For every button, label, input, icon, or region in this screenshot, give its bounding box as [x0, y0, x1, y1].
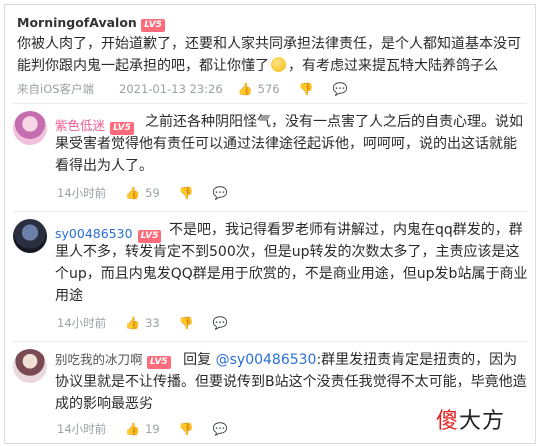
like-count: 19 [145, 422, 160, 436]
top-comment-author[interactable]: MorningofAvalon LV5 [17, 15, 165, 32]
level-badge: LV5 [146, 356, 171, 369]
top-comment-meta: 来自iOS客户端 2021-01-13 23:26 👍 576 👎 💬 [17, 81, 348, 97]
thumbs-up-icon[interactable]: 👍 [125, 422, 140, 436]
thumbs-up-icon[interactable]: 👍 [125, 186, 140, 200]
reply-text: 不是吧，我记得看罗老师有讲解过，内鬼在qq群发的，群里人不多，转发肯定不到500… [55, 222, 528, 304]
like-count: 33 [145, 316, 160, 330]
avatar[interactable] [13, 349, 47, 383]
like-count: 59 [145, 186, 160, 200]
thumbs-down-icon[interactable]: 👎 [179, 422, 194, 436]
divider [13, 103, 527, 104]
reply-icon[interactable]: 💬 [213, 186, 228, 200]
thumbs-down-icon[interactable]: 👎 [179, 186, 194, 200]
reply-text: 之前还各种阴阳怪气，没有一点害了人之后的自责心理。说如果受害者觉得他有责任可以通… [55, 114, 523, 174]
timestamp: 14小时前 [57, 186, 107, 200]
top-comment-text-part2: ，有考虑过来提瓦特大陆养鸽子么 [288, 58, 498, 74]
timestamp: 14小时前 [57, 422, 107, 436]
reply-icon[interactable]: 💬 [213, 422, 228, 436]
watermark-red: 傻 [435, 409, 459, 434]
timestamp: 14小时前 [57, 316, 107, 330]
watermark-black: 大方 [458, 409, 505, 434]
like-count: 576 [257, 82, 280, 96]
thumbs-up-icon[interactable]: 👍 [238, 82, 253, 96]
thumbs-down-icon[interactable]: 👎 [179, 316, 194, 330]
mention-link[interactable]: @sy00486530 [216, 352, 317, 368]
top-comment-text: 你被人肉了，开始道歉了，还要和人家共同承担法律责任，是个人都知道基本没可能判你跟… [17, 33, 533, 77]
reply-meta: 14小时前 👍 19 👎 💬 [57, 421, 228, 437]
reply-icon[interactable]: 💬 [333, 82, 348, 96]
divider [13, 341, 527, 342]
thumbs-down-icon[interactable]: 👎 [299, 82, 314, 96]
avatar[interactable] [13, 111, 47, 145]
reply-prefix: 回复 [183, 352, 212, 368]
top-comment-username[interactable]: MorningofAvalon [17, 15, 137, 30]
reply-username[interactable]: 别吃我的冰刀啊 [55, 352, 143, 367]
divider [13, 211, 527, 212]
comment-panel: MorningofAvalon LV5 你被人肉了，开始道歉了，还要和人家共同承… [4, 4, 536, 444]
thumbs-up-icon[interactable]: 👍 [125, 316, 140, 330]
reply-meta: 14小时前 👍 33 👎 💬 [57, 315, 228, 331]
watermark: 傻大方 [436, 403, 505, 435]
source-label: 来自iOS客户端 [17, 82, 95, 96]
avatar[interactable] [13, 219, 47, 253]
reply-icon[interactable]: 💬 [213, 316, 228, 330]
level-badge: LV5 [141, 19, 165, 32]
reply-meta: 14小时前 👍 59 👎 💬 [57, 185, 228, 201]
grin-emoji-icon [271, 57, 286, 72]
timestamp: 2021-01-13 23:26 [119, 82, 223, 96]
